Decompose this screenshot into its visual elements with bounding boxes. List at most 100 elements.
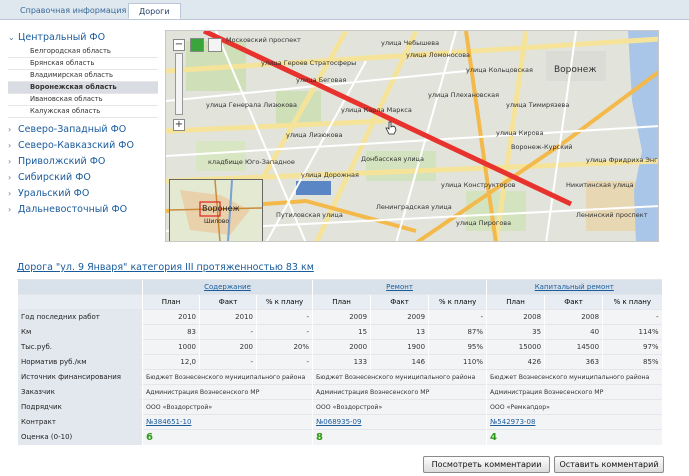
- street-label: улица Героев Стратосферы: [261, 59, 357, 67]
- chevron-right-icon: ›: [8, 141, 12, 150]
- subheader-plan: План: [486, 294, 545, 310]
- row-label: Норматив руб./км: [17, 354, 143, 370]
- table-cell: Администрация Вознесенского МР: [312, 384, 487, 400]
- row-label: Контракт: [17, 414, 143, 430]
- score-value: 6: [141, 429, 313, 445]
- contract-cell: №068935-09: [312, 414, 487, 430]
- table-cell: Бюджет Вознесенского муниципального райо…: [312, 369, 487, 385]
- table-cell: 35: [486, 324, 545, 340]
- road-map[interactable]: − + Воронеж улица Беговая улица Ломоносо…: [165, 30, 659, 242]
- zoom-out-button[interactable]: −: [173, 39, 185, 51]
- zoom-in-button[interactable]: +: [173, 119, 185, 131]
- region-siberia[interactable]: › Сибирский ФО: [8, 170, 158, 186]
- subregion-voronezh[interactable]: Воронежская область: [8, 82, 158, 94]
- street-label: улица Карла Маркса: [341, 106, 412, 114]
- contract-link[interactable]: №542973-08: [490, 418, 535, 426]
- table-cell: 426: [486, 354, 545, 370]
- street-label: улица Кирова: [496, 129, 544, 137]
- region-central[interactable]: ⌄ Центральный ФО: [8, 30, 158, 46]
- table-cell: 133: [312, 354, 371, 370]
- view-comments-button[interactable]: Посмотреть комментарии: [423, 456, 550, 473]
- table-cell: 83: [142, 324, 200, 340]
- table-cell: 20%: [255, 339, 313, 355]
- table-cell: 95%: [428, 339, 487, 355]
- subheader-fact: Факт: [199, 294, 257, 310]
- table-cell: -: [199, 354, 257, 370]
- table-row: Год последних работ 2010 2010-2009 2009-200…: [17, 309, 662, 325]
- table-cell: Администрация Вознесенского МР: [141, 384, 313, 400]
- subheader-corner: [17, 294, 143, 310]
- street-label: улица Тимирязева: [506, 101, 570, 109]
- score-value: 8: [312, 429, 487, 445]
- table-row: Км 83- -15 13 87% 35 40 114%: [17, 324, 662, 340]
- row-label: Год последних работ: [17, 309, 143, 325]
- table-cell: 2010: [199, 309, 257, 325]
- subregion-kaluga[interactable]: Калужская область: [8, 106, 158, 118]
- table-cell: -: [255, 309, 313, 325]
- table-cell: ООО «Воздорстрой»: [312, 399, 487, 415]
- table-cell: -: [255, 354, 313, 370]
- group-header-maintenance: Содержание: [141, 279, 313, 295]
- text-rows: Источник финансирования Бюджет Вознесенск…: [17, 369, 662, 415]
- subheader-percent: % к плану: [602, 294, 662, 310]
- table-cell: 15: [312, 324, 371, 340]
- overview-city-label: Воронеж: [202, 204, 240, 213]
- group-link-capital-repair[interactable]: Капитальный ремонт: [535, 283, 614, 291]
- street-label: улица Пирогова: [456, 219, 512, 227]
- table-cell: 40: [544, 324, 603, 340]
- street-label: улица Кольцовская: [466, 66, 533, 74]
- road-works-table: Содержание Ремонт Капитальный ремонт Пла…: [17, 279, 662, 445]
- table-cell: -: [602, 309, 662, 325]
- table-row: Подрядчик ООО «Воздорстрой» ООО «Воздорстр…: [17, 399, 662, 415]
- table-cell: 110%: [428, 354, 487, 370]
- street-label: улица Конструкторов: [441, 181, 516, 189]
- street-label: Никитинская улица: [566, 181, 634, 189]
- region-volga[interactable]: › Приволжский ФО: [8, 154, 158, 170]
- table-cell: 13: [370, 324, 429, 340]
- map-overview[interactable]: Воронеж Шилово: [169, 179, 263, 241]
- table-cell: Бюджет Вознесенского муниципального райо…: [141, 369, 313, 385]
- contract-link[interactable]: №384651-10: [146, 418, 191, 426]
- table-cell: 146: [370, 354, 429, 370]
- street-label: улица Генерала Лизюкова: [206, 101, 297, 109]
- ruler-tool-icon[interactable]: [208, 38, 222, 52]
- group-header-repair: Ремонт: [312, 279, 487, 295]
- street-label: улица Беговая: [296, 76, 347, 84]
- table-cell: 87%: [428, 324, 487, 340]
- street-label: улица Лизюкова: [286, 131, 343, 139]
- contract-link[interactable]: №068935-09: [316, 418, 361, 426]
- table-cell: 97%: [602, 339, 662, 355]
- header-corner: [17, 279, 143, 295]
- region-northwest[interactable]: › Северо-Западный ФО: [8, 122, 158, 138]
- subheader-percent: % к плану: [255, 294, 313, 310]
- region-ural[interactable]: › Уральский ФО: [8, 186, 158, 202]
- leave-comment-button[interactable]: Оставить комментарий: [554, 456, 664, 473]
- zoom-slider[interactable]: [175, 53, 183, 115]
- subregion-ivanovo[interactable]: Ивановская область: [8, 94, 158, 106]
- tab-reference-info[interactable]: Справочная информация: [10, 3, 136, 19]
- subregion-bryansk[interactable]: Брянская область: [8, 58, 158, 70]
- table-cell: 2008: [486, 309, 545, 325]
- road-title-link[interactable]: Дорога "ул. 9 Января" категория III прот…: [17, 262, 314, 273]
- table-cell: -: [255, 324, 313, 340]
- region-far-east[interactable]: › Дальневосточный ФО: [8, 202, 158, 218]
- group-link-repair[interactable]: Ремонт: [386, 283, 413, 291]
- table-cell: 2009: [312, 309, 371, 325]
- tab-roads[interactable]: Дороги: [128, 3, 181, 19]
- subregion-vladimir[interactable]: Владимирская область: [8, 70, 158, 82]
- region-north-caucasus[interactable]: › Северо-Кавказский ФО: [8, 138, 158, 154]
- table-cell: 200: [199, 339, 257, 355]
- contract-cell: №542973-08: [486, 414, 662, 430]
- table-cell: 114%: [602, 324, 662, 340]
- group-link-maintenance[interactable]: Содержание: [204, 283, 251, 291]
- street-label: улица Дорожная: [301, 171, 359, 179]
- chevron-down-icon: ⌄: [8, 33, 15, 42]
- table-cell: 2000: [312, 339, 371, 355]
- street-label: Ленинградская улица: [376, 203, 452, 211]
- subregion-belgorod[interactable]: Белгородская область: [8, 46, 158, 58]
- hand-tool-icon[interactable]: [190, 38, 204, 52]
- street-label: Донбасская улица: [361, 155, 424, 163]
- street-label: кладбище Юго-Западное: [208, 158, 295, 166]
- table-cell: -: [199, 324, 257, 340]
- table-cell: ООО «Воздорстрой»: [141, 399, 313, 415]
